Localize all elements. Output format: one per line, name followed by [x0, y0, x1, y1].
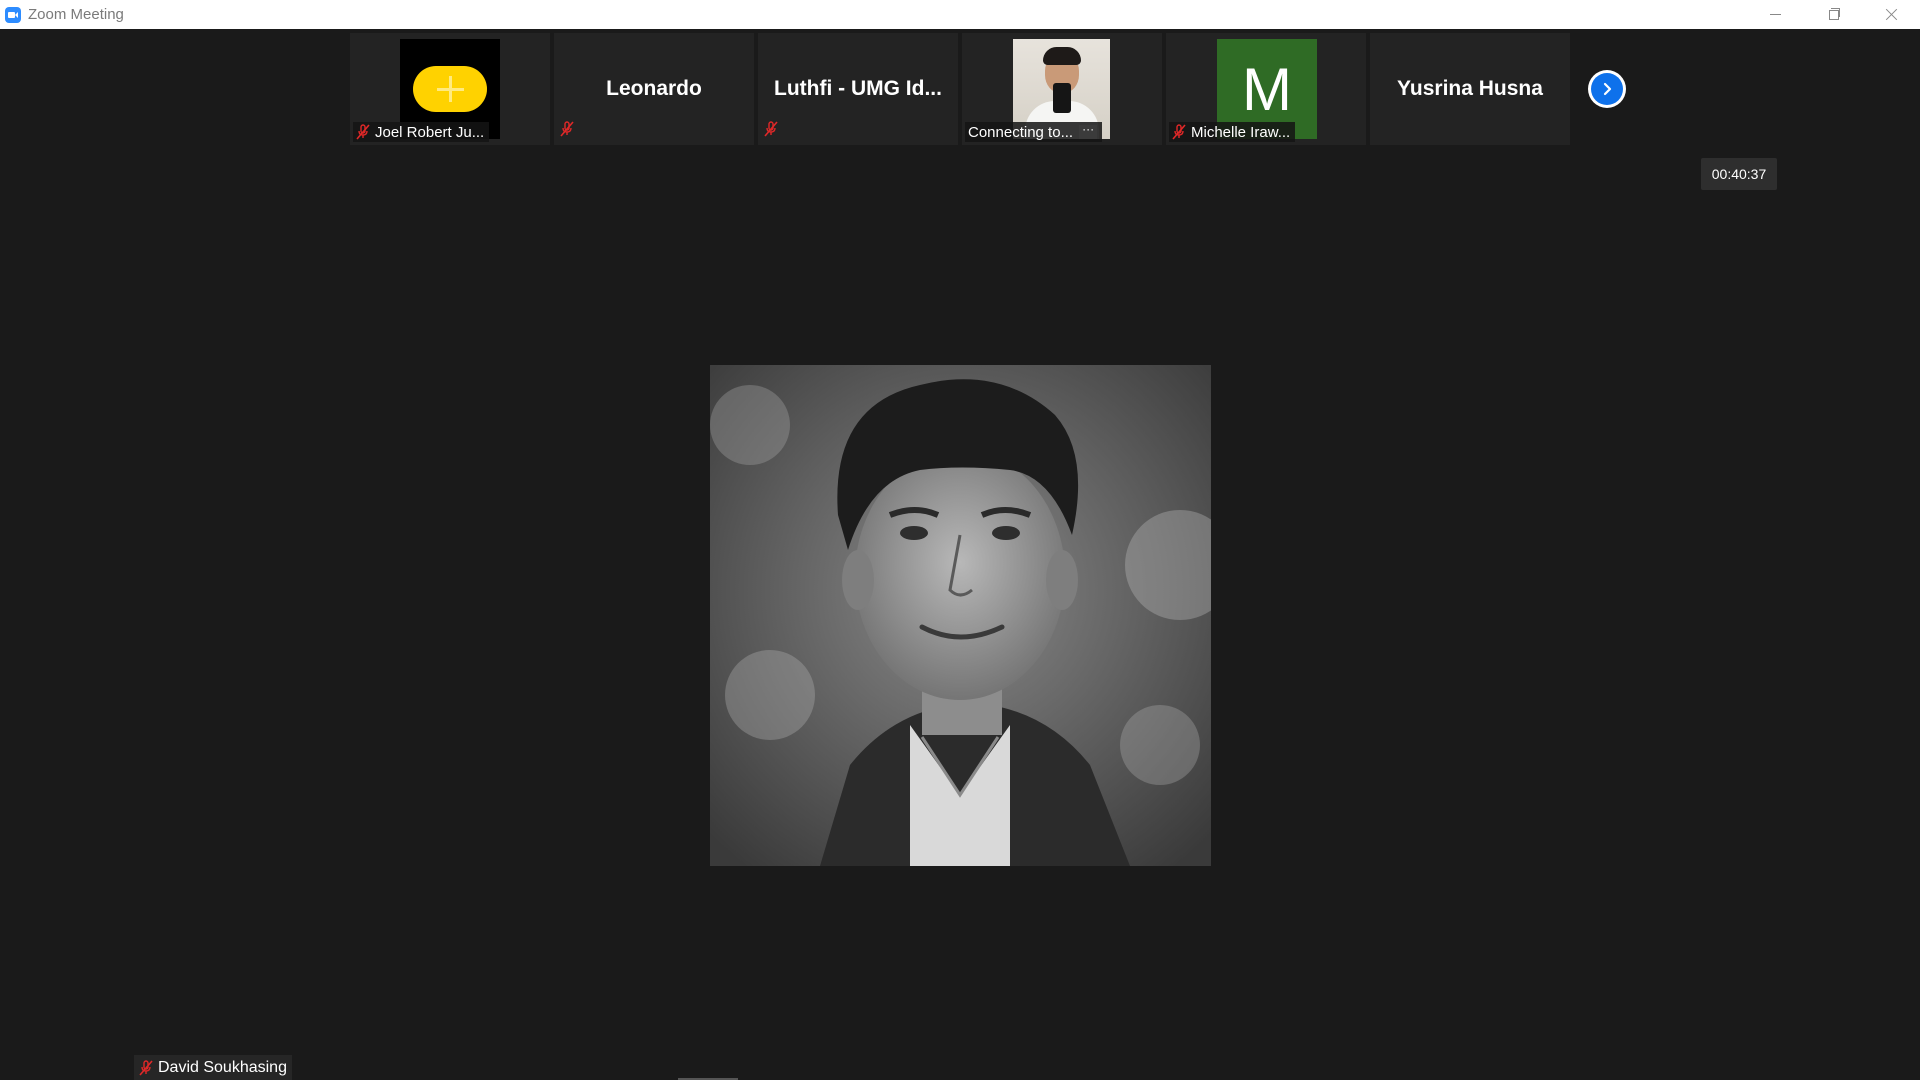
participant-name-display: Leonardo: [606, 77, 702, 100]
window-controls: [1746, 0, 1920, 29]
chevron-right-icon: [1603, 82, 1612, 96]
meeting-timer: 00:40:37: [1701, 158, 1777, 190]
participant-name-label: Connecting to... ···: [965, 122, 1103, 142]
participant-tile[interactable]: Connecting to... ···: [962, 33, 1162, 145]
active-speaker-name: David Soukhasing: [158, 1058, 287, 1076]
muted-mic-icon: [560, 121, 574, 137]
minimize-icon[interactable]: [1746, 0, 1804, 29]
participant-tile[interactable]: M Michelle Iraw...: [1166, 33, 1366, 145]
plus-icon: [413, 66, 487, 112]
window-title: Zoom Meeting: [28, 6, 124, 23]
muted-mic-icon: [764, 121, 778, 137]
ellipsis-icon[interactable]: ···: [1079, 123, 1098, 139]
participant-tile[interactable]: Luthfi - UMG Id...: [758, 33, 958, 145]
participant-tile[interactable]: Leonardo: [554, 33, 754, 145]
muted-mic-icon: [1172, 124, 1186, 140]
next-page-button[interactable]: [1588, 70, 1626, 108]
close-icon[interactable]: [1862, 0, 1920, 29]
speaker-photo: [710, 365, 1211, 866]
muted-mic-icon: [356, 124, 370, 140]
participant-name-label: Michelle Iraw...: [1169, 122, 1296, 142]
active-speaker-label: David Soukhasing: [134, 1055, 292, 1080]
participant-name-display: Yusrina Husna: [1397, 77, 1543, 100]
participant-tile[interactable]: Yusrina Husna: [1370, 33, 1570, 145]
gallery-strip: Joel Robert Ju... Leonardo Luthfi - UMG …: [350, 33, 1570, 145]
zoom-app-icon: [5, 6, 21, 23]
participant-tile[interactable]: Joel Robert Ju...: [350, 33, 550, 145]
title-bar: Zoom Meeting: [0, 0, 1920, 29]
active-speaker-video[interactable]: [710, 365, 1211, 866]
participant-name: Connecting to...: [968, 123, 1074, 141]
participant-name: Michelle Iraw...: [1191, 123, 1291, 141]
restore-icon[interactable]: [1804, 0, 1862, 29]
muted-mic-icon: [139, 1059, 153, 1076]
participant-name-label: Joel Robert Ju...: [353, 122, 490, 142]
participant-name-display: Luthfi - UMG Id...: [774, 77, 942, 100]
participant-name: Joel Robert Ju...: [375, 123, 485, 141]
